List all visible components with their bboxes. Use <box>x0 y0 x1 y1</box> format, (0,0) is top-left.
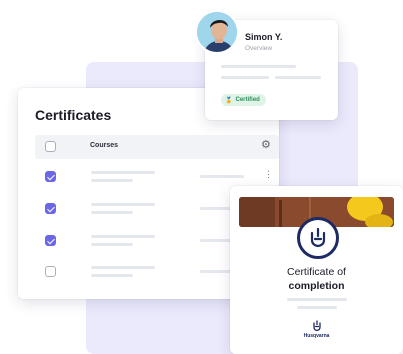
certified-badge-label: Certified <box>235 97 260 103</box>
gear-icon[interactable]: ⚙ <box>261 140 271 151</box>
courses-column-header: Courses <box>90 142 119 149</box>
row-checkbox[interactable] <box>45 266 56 277</box>
certificate-title: Certificate of <box>287 266 346 278</box>
table-header: Courses ⚙ <box>35 135 279 159</box>
row-checkbox[interactable] <box>45 235 56 246</box>
certificate-subtitle: completion <box>288 280 345 292</box>
profile-subtitle: Overview <box>245 45 273 52</box>
row-checkbox[interactable] <box>45 171 56 182</box>
more-icon[interactable]: ⋮ <box>264 170 273 179</box>
avatar <box>195 10 239 54</box>
select-all-checkbox[interactable] <box>45 141 56 152</box>
row-checkbox[interactable] <box>45 203 56 214</box>
table-row[interactable]: ⋮ <box>35 170 279 186</box>
certificate-icon: 🏅 <box>225 97 233 104</box>
husqvarna-logo-icon <box>297 217 339 259</box>
certificates-title: Certificates <box>35 107 112 123</box>
profile-name: Simon Y. <box>245 32 283 42</box>
brand-name: Husqvarna <box>303 333 330 339</box>
certificate-card: Certificate of completion Husqvarna <box>230 186 403 354</box>
certified-badge: 🏅 Certified <box>221 94 266 106</box>
